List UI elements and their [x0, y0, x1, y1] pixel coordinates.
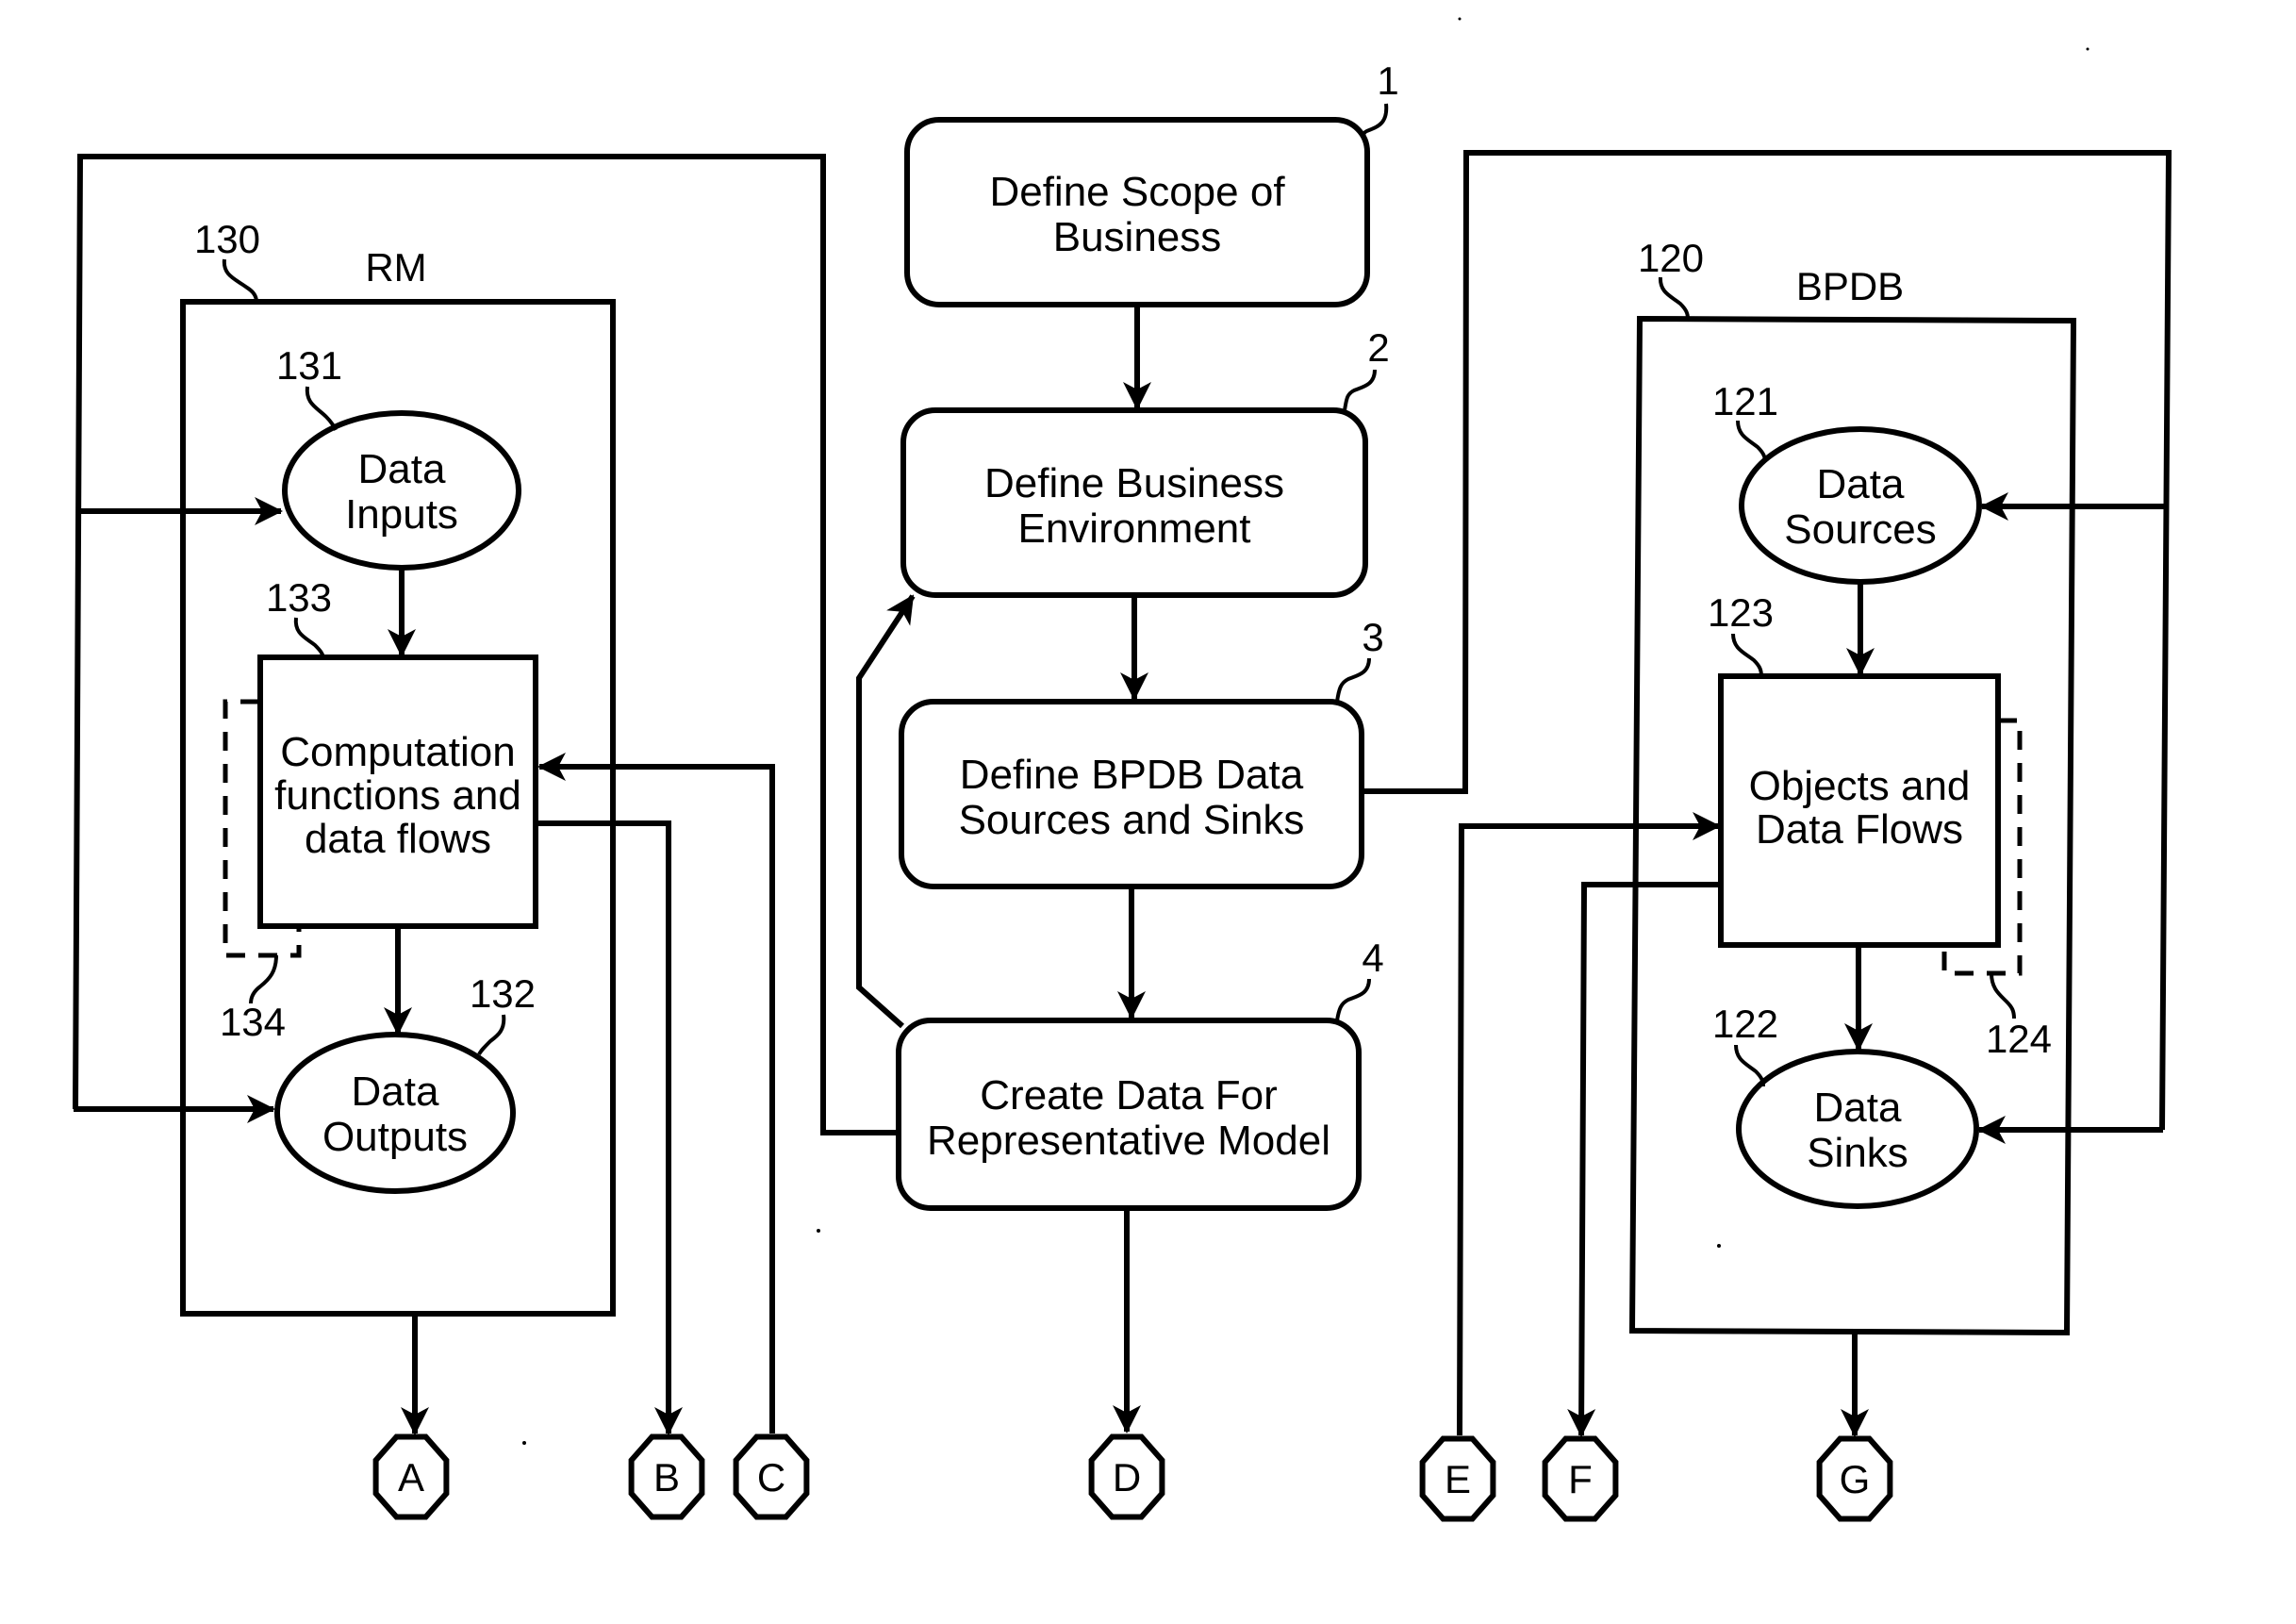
rm-title: RM [365, 245, 426, 290]
scan-speck [1717, 1244, 1721, 1248]
arrow-e-to-objects [1457, 812, 1721, 1436]
step-1-ref: 1 [1377, 58, 1398, 103]
step-4-line-2: Representative Model [927, 1118, 1330, 1164]
bpdb-title: BPDB [1796, 264, 1904, 308]
step-2-line-2: Environment [1017, 505, 1250, 552]
step-3-leader [1335, 657, 1371, 703]
data-outputs-node[interactable]: Data Outputs 132 [274, 971, 536, 1194]
step-2-ref: 2 [1367, 325, 1389, 370]
computation-leader [293, 617, 325, 658]
connector-label: C [757, 1455, 785, 1500]
scan-speck [522, 1441, 526, 1445]
data-sinks-leader [1734, 1044, 1765, 1087]
step-4-leader [1335, 978, 1371, 1021]
data-sources-ref: 121 [1712, 379, 1778, 423]
connector-label: G [1840, 1457, 1871, 1501]
flow-diagram: RM 130 Data Inputs 131 Computation funct… [73, 17, 2172, 1522]
arrow-c-to-computation [537, 753, 775, 1433]
step-1-leader [1362, 103, 1389, 139]
data-sources-line-2: Sources [1784, 506, 1936, 553]
data-inputs-ref: 131 [276, 343, 342, 388]
rm-leader-line [222, 258, 258, 303]
objects-line-2: Data Flows [1756, 806, 1963, 853]
data-sinks-ref: 122 [1712, 1002, 1778, 1046]
computation-line-3: data flows [305, 816, 491, 862]
connector-b[interactable]: B [628, 1433, 705, 1520]
arrow-objects-to-f [1567, 882, 1721, 1437]
data-outputs-line-1: Data [352, 1069, 439, 1115]
step-3-box[interactable]: Define BPDB Data Sources and Sinks 3 [899, 615, 1384, 889]
connector-e[interactable]: E [1419, 1435, 1496, 1522]
scan-speck [2086, 47, 2090, 51]
dashed-124-ref: 124 [1986, 1017, 2052, 1061]
dashed-134-leader [249, 954, 278, 1004]
objects-line-1: Objects and [1749, 763, 1971, 809]
data-sources-leader [1736, 420, 1767, 463]
objects-ref: 123 [1708, 590, 1774, 635]
connector-label: A [398, 1455, 424, 1500]
step-4-box[interactable]: Create Data For Representative Model 4 [896, 936, 1384, 1211]
connector-label: B [653, 1455, 680, 1500]
rm-ref-label: 130 [194, 217, 260, 261]
step-1-line-1: Define Scope of [989, 169, 1285, 215]
dashed-124-leader [1990, 972, 2016, 1019]
step-2-box[interactable]: Define Business Environment 2 [900, 325, 1390, 598]
step-2-line-1: Define Business [984, 460, 1284, 506]
connector-f[interactable]: F [1542, 1435, 1619, 1522]
connector-c[interactable]: C [733, 1433, 810, 1520]
data-outputs-ref: 132 [470, 971, 536, 1016]
computation-line-1: Computation [280, 729, 515, 775]
connector-g[interactable]: G [1816, 1435, 1893, 1522]
step-4-line-1: Create Data For [980, 1072, 1277, 1119]
connector-label: F [1568, 1457, 1593, 1501]
data-sources-node[interactable]: Data Sources 121 [1712, 379, 1982, 585]
connector-label: D [1113, 1455, 1141, 1500]
data-outputs-line-2: Outputs [322, 1114, 468, 1160]
data-outputs-leader [477, 1014, 506, 1055]
objects-leader [1731, 633, 1763, 677]
computation-ref: 133 [266, 575, 332, 620]
data-inputs-leader [305, 386, 338, 431]
connector-label: E [1445, 1457, 1471, 1501]
data-sinks-line-1: Data [1814, 1085, 1902, 1131]
objects-node[interactable]: Objects and Data Flows 123 124 [1708, 590, 2052, 1061]
data-inputs-line-2: Inputs [345, 491, 458, 538]
data-sinks-node[interactable]: Data Sinks 122 [1712, 1002, 1979, 1209]
step-3-line-1: Define BPDB Data [960, 752, 1304, 798]
step-4-ref: 4 [1362, 936, 1383, 980]
data-inputs-line-1: Data [358, 446, 446, 492]
scan-speck [1458, 17, 1462, 21]
arrow-computation-to-b [536, 820, 683, 1435]
connector-a[interactable]: A [372, 1433, 450, 1520]
data-sinks-line-2: Sinks [1807, 1130, 1908, 1176]
step-1-box[interactable]: Define Scope of Business 1 [904, 58, 1399, 307]
computation-line-2: functions and [274, 772, 521, 819]
step-1-line-2: Business [1053, 214, 1222, 260]
step-2-leader [1343, 369, 1377, 411]
connector-d[interactable]: D [1088, 1433, 1165, 1520]
data-sources-line-1: Data [1817, 461, 1905, 507]
step-3-line-2: Sources and Sinks [959, 797, 1305, 843]
bpdb-leader-line [1658, 276, 1690, 320]
step-3-ref: 3 [1362, 615, 1383, 659]
scan-speck [817, 1229, 820, 1233]
data-inputs-node[interactable]: Data Inputs 131 [276, 343, 521, 571]
right-feedback-loop [1362, 150, 2172, 1144]
bpdb-ref-label: 120 [1638, 236, 1704, 280]
dashed-134-ref: 134 [220, 1000, 286, 1044]
